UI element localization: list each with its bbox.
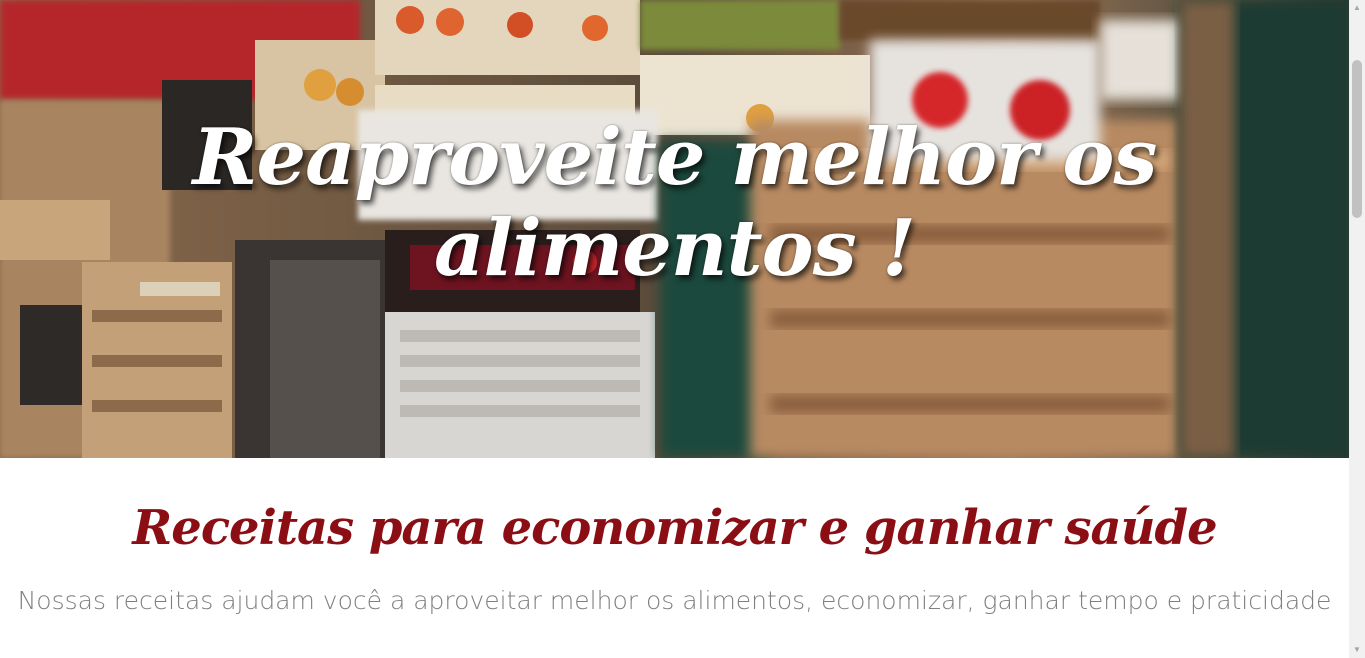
- scrollbar-thumb[interactable]: [1352, 60, 1362, 218]
- hero-title: Reaproveite melhor os alimentos !: [192, 112, 1158, 294]
- scroll-up-arrow-icon[interactable]: ▲: [1349, 0, 1365, 16]
- section-subtitle: Nossas receitas ajudam você a aproveitar…: [17, 586, 1332, 615]
- section-title: Receitas para economizar e ganhar saúde: [132, 500, 1217, 556]
- vertical-scrollbar[interactable]: ▲ ▼: [1349, 0, 1365, 658]
- hero-banner: Reaproveite melhor os alimentos !: [0, 0, 1349, 458]
- scroll-down-arrow-icon[interactable]: ▼: [1349, 642, 1365, 658]
- recipes-intro-section: Receitas para economizar e ganhar saúde …: [0, 458, 1349, 658]
